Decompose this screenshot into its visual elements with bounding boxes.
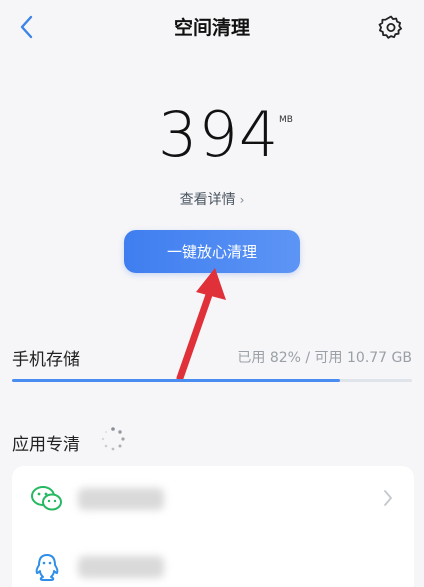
app-cleaning-title: 应用专清 xyxy=(12,435,80,455)
view-details-label: 查看详情 xyxy=(179,192,236,208)
chevron-right-icon xyxy=(384,490,392,506)
gear-icon xyxy=(378,15,402,39)
app-clean-card xyxy=(12,466,414,587)
junk-size-unit: MB xyxy=(279,115,293,125)
junk-size-value: 394 xyxy=(158,98,280,171)
loading-spinner-icon xyxy=(101,427,125,451)
storage-progress-bar xyxy=(12,379,412,382)
phone-storage-label: 手机存储 xyxy=(12,350,80,370)
blurred-app-name xyxy=(78,488,164,510)
blurred-app-name xyxy=(78,556,164,578)
qq-icon xyxy=(35,554,59,581)
page-title: 空间清理 xyxy=(173,17,250,39)
settings-button[interactable] xyxy=(376,12,406,42)
storage-progress-fill xyxy=(12,379,340,382)
one-tap-clean-button[interactable]: 一键放心清理 xyxy=(124,230,300,273)
list-item[interactable] xyxy=(12,534,414,587)
top-bar: 空间清理 xyxy=(0,0,424,56)
list-item[interactable] xyxy=(12,466,414,532)
storage-usage-info: 已用 82% / 可用 10.77 GB xyxy=(237,350,412,366)
wechat-icon xyxy=(31,486,62,511)
view-details-link[interactable]: 查看详情 › xyxy=(0,189,424,209)
chevron-right-icon: › xyxy=(239,193,245,207)
